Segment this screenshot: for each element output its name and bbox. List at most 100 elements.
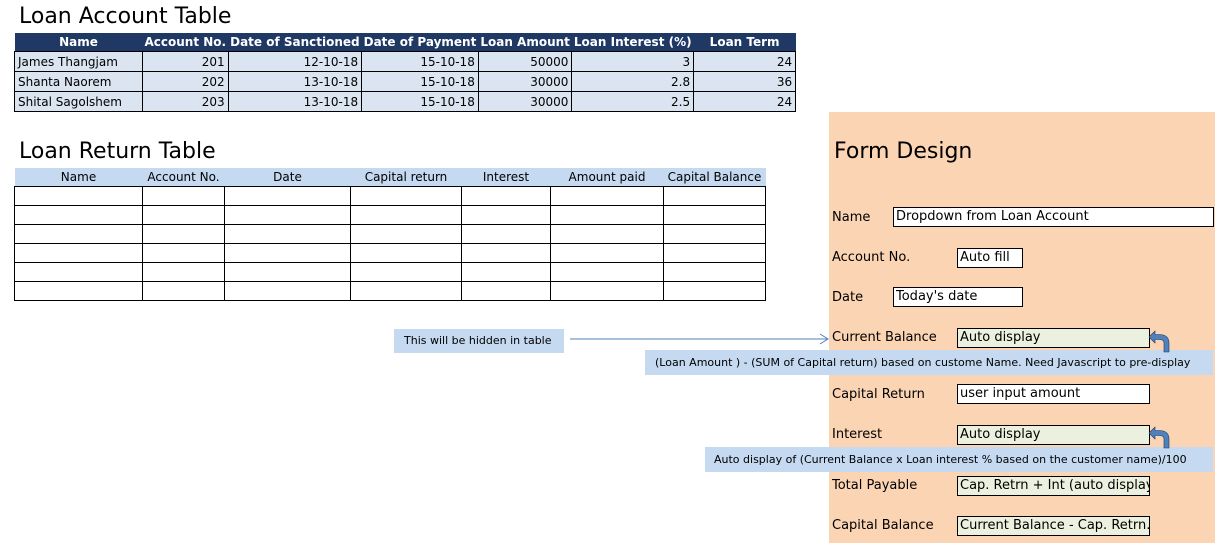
empty-cell[interactable]: [142, 281, 225, 301]
total-payable-field: Cap. Retrn + Int (auto display): [957, 476, 1150, 496]
empty-cell[interactable]: [14, 186, 143, 206]
empty-cell[interactable]: [550, 224, 664, 244]
empty-cell[interactable]: [663, 224, 766, 244]
empty-cell[interactable]: [461, 243, 551, 263]
empty-cell[interactable]: [14, 205, 143, 225]
cell-date-payment[interactable]: 15-10-18: [361, 91, 479, 112]
cell-account-no[interactable]: 202: [142, 71, 229, 92]
empty-cell[interactable]: [14, 262, 143, 282]
col-header-date-payment: Date of Payment: [361, 33, 479, 52]
col-header-interest: Interest: [461, 168, 551, 187]
empty-cell[interactable]: [550, 186, 664, 206]
interest-formula-text: Auto display of (Current Balance x Loan …: [714, 453, 1187, 466]
empty-cell[interactable]: [461, 281, 551, 301]
col-header-capital-balance: Capital Balance: [663, 168, 766, 187]
curved-arrow-icon: [1148, 426, 1170, 449]
empty-cell[interactable]: [142, 205, 225, 225]
name-label: Name: [832, 210, 871, 225]
empty-cell[interactable]: [663, 186, 766, 206]
empty-cell[interactable]: [663, 281, 766, 301]
capital-return-label: Capital Return: [832, 387, 925, 402]
col-header-capital-return: Capital return: [350, 168, 462, 187]
empty-cell[interactable]: [224, 281, 351, 301]
cell-name[interactable]: Shital Sagolshem: [14, 91, 143, 112]
hidden-note-text: This will be hidden in table: [404, 334, 552, 347]
table-row: [14, 224, 766, 244]
empty-cell[interactable]: [550, 281, 664, 301]
empty-cell[interactable]: [224, 186, 351, 206]
empty-cell[interactable]: [224, 205, 351, 225]
cell-date-sanctioned[interactable]: 13-10-18: [227, 71, 363, 92]
interest-label: Interest: [832, 427, 883, 442]
empty-cell[interactable]: [550, 243, 664, 263]
col-header-name: Name: [14, 33, 143, 52]
empty-cell[interactable]: [663, 205, 766, 225]
name-dropdown[interactable]: Dropdown from Loan Account: [893, 207, 1214, 227]
empty-cell[interactable]: [224, 262, 351, 282]
empty-cell[interactable]: [461, 205, 551, 225]
col-header-name: Name: [14, 168, 143, 187]
table-row: Shital Sagolshem 203 13-10-18 15-10-18 3…: [14, 91, 797, 112]
table-row: [14, 243, 766, 263]
empty-cell[interactable]: [350, 281, 462, 301]
empty-cell[interactable]: [350, 205, 462, 225]
empty-cell[interactable]: [350, 224, 462, 244]
cell-loan-amount[interactable]: 50000: [477, 51, 573, 72]
account-no-label: Account No.: [832, 250, 911, 265]
cell-name[interactable]: Shanta Naorem: [14, 71, 143, 92]
cell-loan-term[interactable]: 36: [693, 71, 797, 92]
capital-return-input[interactable]: user input amount: [957, 384, 1150, 404]
empty-cell[interactable]: [142, 262, 225, 282]
date-field[interactable]: Today's date: [893, 287, 1023, 307]
cell-loan-interest[interactable]: 3: [571, 51, 695, 72]
col-header-account-no: Account No.: [142, 33, 229, 52]
capital-balance-field: Current Balance - Cap. Retrn.: [957, 516, 1150, 536]
col-header-date-sanctioned: Date of Sanctioned: [228, 33, 362, 52]
cell-loan-amount[interactable]: 30000: [477, 91, 573, 112]
loan-account-title: Loan Account Table: [19, 4, 232, 29]
empty-cell[interactable]: [350, 186, 462, 206]
empty-cell[interactable]: [350, 243, 462, 263]
total-payable-label: Total Payable: [832, 478, 918, 493]
empty-cell[interactable]: [14, 224, 143, 244]
empty-cell[interactable]: [663, 243, 766, 263]
cell-loan-term[interactable]: 24: [693, 51, 797, 72]
empty-cell[interactable]: [14, 281, 143, 301]
empty-cell[interactable]: [142, 186, 225, 206]
empty-cell[interactable]: [461, 224, 551, 244]
cell-date-sanctioned[interactable]: 12-10-18: [227, 51, 363, 72]
empty-cell[interactable]: [461, 262, 551, 282]
cell-loan-amount[interactable]: 30000: [477, 71, 573, 92]
cell-date-payment[interactable]: 15-10-18: [361, 71, 479, 92]
empty-cell[interactable]: [663, 262, 766, 282]
current-balance-label: Current Balance: [832, 330, 937, 345]
col-header-loan-interest: Loan Interest (%): [571, 33, 694, 52]
cell-account-no[interactable]: 201: [142, 51, 229, 72]
empty-cell[interactable]: [224, 224, 351, 244]
empty-cell[interactable]: [142, 243, 225, 263]
balance-formula-note: (Loan Amount ) - (SUM of Capital return)…: [645, 350, 1213, 375]
empty-cell[interactable]: [550, 205, 664, 225]
loan-return-table: Name Account No. Date Capital return Int…: [14, 168, 766, 301]
capital-balance-label: Capital Balance: [832, 518, 934, 533]
empty-cell[interactable]: [550, 262, 664, 282]
empty-cell[interactable]: [461, 186, 551, 206]
empty-cell[interactable]: [224, 243, 351, 263]
table-row: James Thangjam 201 12-10-18 15-10-18 500…: [14, 51, 797, 72]
empty-cell[interactable]: [350, 262, 462, 282]
table-row: Shanta Naorem 202 13-10-18 15-10-18 3000…: [14, 71, 797, 92]
account-no-field[interactable]: Auto fill: [957, 248, 1023, 268]
date-label: Date: [832, 290, 864, 305]
cell-loan-term[interactable]: 24: [693, 91, 797, 112]
loan-account-table: Name Account No. Date of Sanctioned Date…: [14, 33, 797, 112]
cell-name[interactable]: James Thangjam: [14, 51, 143, 72]
interest-formula-note: Auto display of (Current Balance x Loan …: [705, 447, 1213, 472]
cell-account-no[interactable]: 203: [142, 91, 229, 112]
cell-date-payment[interactable]: 15-10-18: [361, 51, 479, 72]
cell-loan-interest[interactable]: 2.5: [571, 91, 695, 112]
cell-date-sanctioned[interactable]: 13-10-18: [227, 91, 363, 112]
empty-cell[interactable]: [14, 243, 143, 263]
cell-loan-interest[interactable]: 2.8: [571, 71, 695, 92]
form-design-title: Form Design: [834, 139, 973, 164]
empty-cell[interactable]: [142, 224, 225, 244]
